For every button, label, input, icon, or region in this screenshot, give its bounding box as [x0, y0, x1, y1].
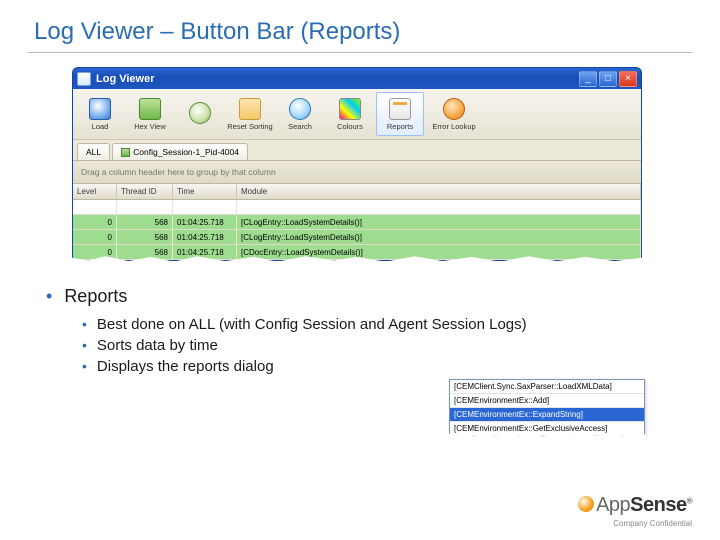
bullet-l1-text: Reports: [64, 286, 127, 308]
cell-level: [73, 200, 117, 214]
error-icon: [443, 98, 465, 120]
brand-part2: Sense: [630, 494, 686, 516]
colours-button[interactable]: Colours: [326, 92, 374, 136]
toolbar: Load Hex View Reset Sorting Search Colou…: [73, 89, 641, 140]
cell-module: [237, 200, 641, 214]
search-icon: [289, 98, 311, 120]
search-button[interactable]: Search: [276, 92, 324, 136]
load-label: Load: [92, 122, 109, 131]
col-time[interactable]: Time: [173, 184, 237, 199]
grid-header: Level Thread ID Time Module: [73, 184, 641, 200]
cell-level: 0: [73, 245, 117, 259]
cell-time: [173, 200, 237, 214]
cell-threadid: 568: [117, 230, 173, 244]
hexview-label: Hex View: [134, 122, 166, 131]
title-underline: [28, 52, 692, 53]
colours-label: Colours: [337, 122, 363, 131]
brand-logo: AppSense®: [578, 494, 692, 517]
tab-all[interactable]: ALL: [77, 143, 110, 160]
brand-part1: App: [596, 494, 630, 516]
bullet-dot: •: [46, 286, 52, 308]
minimize-button[interactable]: _: [579, 71, 597, 87]
hexview-button[interactable]: Hex View: [126, 92, 174, 136]
dropdown-item[interactable]: [CEMClient.Sync.SaxParser::LoadXMLData]: [450, 380, 644, 394]
tab-strip: ALL Config_Session-1_Pid-4004: [73, 140, 641, 161]
window-titlebar: Log Viewer _ □ ×: [72, 67, 642, 89]
resetsorting-label: Reset Sorting: [227, 122, 272, 131]
grid-row[interactable]: 0 568 01:04:25.718 [CLogEntry::LoadSyste…: [73, 230, 641, 245]
time-button[interactable]: [176, 92, 224, 136]
cell-time: 01:04:25.718: [173, 230, 237, 244]
bullet-l2-text: Sorts data by time: [97, 337, 218, 354]
window-body: Load Hex View Reset Sorting Search Colou…: [72, 89, 642, 261]
cell-level: 0: [73, 215, 117, 229]
bullet-l2-text: Best done on ALL (with Config Session an…: [97, 316, 527, 333]
cell-threadid: 568: [117, 215, 173, 229]
slide-content: • Reports • Best done on ALL (with Confi…: [46, 286, 680, 379]
slide-footer: AppSense® Company Confidential: [578, 494, 692, 528]
col-module[interactable]: Module: [237, 184, 641, 199]
bullet-level2: • Best done on ALL (with Config Session …: [82, 316, 680, 333]
bullet-level2: • Displays the reports dialog: [82, 358, 680, 375]
bullet-dot: •: [82, 337, 87, 354]
grid-row[interactable]: 0 568 01:04:25.718 [CLogEntry::LoadSyste…: [73, 215, 641, 230]
window-title: Log Viewer: [96, 73, 154, 85]
reports-label: Reports: [387, 122, 413, 131]
log-grid: Level Thread ID Time Module 0 568 01:04:…: [73, 184, 641, 260]
cell-time: 01:04:25.718: [173, 245, 237, 259]
group-by-bar[interactable]: Drag a column header here to group by th…: [73, 161, 641, 184]
maximize-button[interactable]: □: [599, 71, 617, 87]
brand-dot-icon: [578, 496, 594, 512]
bullet-dot: •: [82, 316, 87, 333]
session-tab-icon: [121, 148, 130, 157]
col-threadid[interactable]: Thread ID: [117, 184, 173, 199]
col-level[interactable]: Level: [73, 184, 117, 199]
load-button[interactable]: Load: [76, 92, 124, 136]
bullet-dot: •: [82, 358, 87, 375]
cell-threadid: [117, 200, 173, 214]
bullet-level1: • Reports: [46, 286, 680, 308]
cell-module: [CDocEntry::LoadSystemDetails()]: [237, 245, 641, 259]
module-dropdown-list: [CEMClient.Sync.SaxParser::LoadXMLData] …: [449, 379, 645, 437]
app-icon: [77, 72, 91, 86]
close-button[interactable]: ×: [619, 71, 637, 87]
brand-tm: ®: [687, 496, 692, 505]
errorlookup-button[interactable]: Error Lookup: [426, 92, 482, 136]
hex-icon: [139, 98, 161, 120]
grid-row[interactable]: [73, 200, 641, 215]
tab-config-session-label: Config_Session-1_Pid-4004: [133, 147, 239, 157]
cell-threadid: 568: [117, 245, 173, 259]
search-label: Search: [288, 122, 312, 131]
load-icon: [89, 98, 111, 120]
clock-icon: [189, 102, 211, 124]
bullet-l2-text: Displays the reports dialog: [97, 358, 274, 375]
bullet-level2: • Sorts data by time: [82, 337, 680, 354]
confidential-label: Company Confidential: [578, 519, 692, 528]
dropdown-item-selected[interactable]: [CEMEnvironmentEx::ExpandString]: [450, 408, 644, 422]
reports-button[interactable]: Reports: [376, 92, 424, 136]
cell-time: 01:04:25.718: [173, 215, 237, 229]
errorlookup-label: Error Lookup: [432, 122, 475, 131]
reset-icon: [239, 98, 261, 120]
cell-module: [CLogEntry::LoadSystemDetails()]: [237, 215, 641, 229]
reports-icon: [389, 98, 411, 120]
cell-module: [CLogEntry::LoadSystemDetails()]: [237, 230, 641, 244]
tab-config-session[interactable]: Config_Session-1_Pid-4004: [112, 143, 248, 160]
slide-title: Log Viewer – Button Bar (Reports): [0, 0, 720, 52]
colours-icon: [339, 98, 361, 120]
cell-level: 0: [73, 230, 117, 244]
dropdown-item[interactable]: [CEMEnvironmentEx::Add]: [450, 394, 644, 408]
resetsorting-button[interactable]: Reset Sorting: [226, 92, 274, 136]
screenshot-logviewer: Log Viewer _ □ × Load Hex View Reset Sor…: [72, 67, 642, 261]
